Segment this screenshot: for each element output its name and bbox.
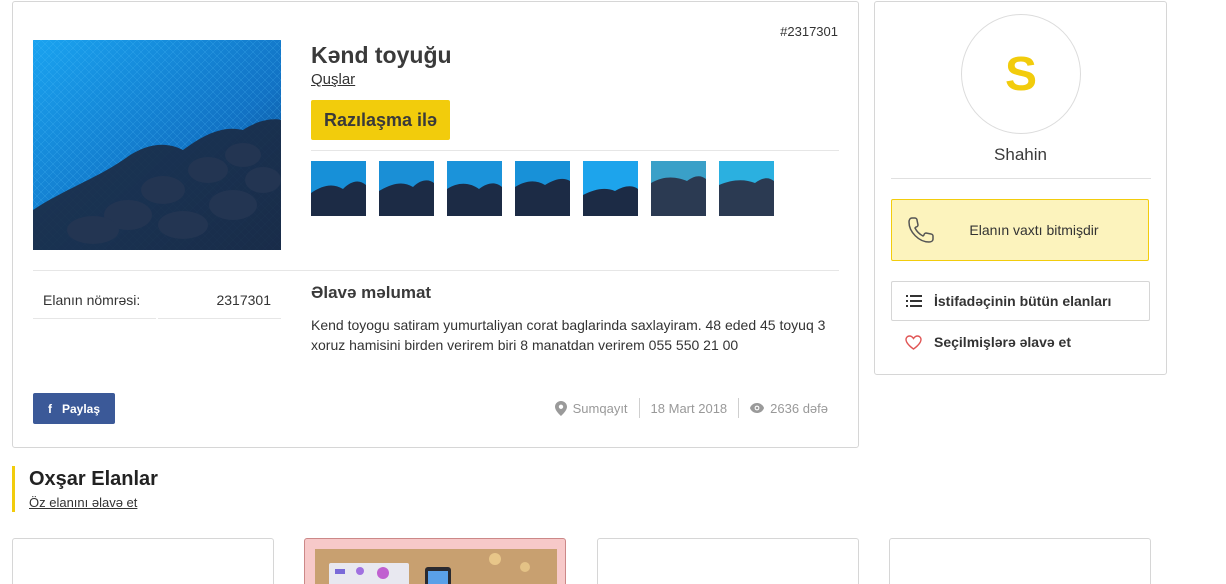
ad-expired-notice[interactable]: Elanın vaxtı bitmişdir [891,199,1149,261]
view-count: 2636 dəfə [750,401,828,416]
thumbnail[interactable] [447,161,502,216]
divider [33,270,839,271]
add-own-listing-link[interactable]: Öz elanını əlavə et [29,495,158,510]
add-to-favorites-button[interactable]: Seçilmişlərə əlavə et [891,334,1071,350]
all-ads-label: İstifadəçinin bütün elanları [934,293,1112,309]
thumbnail[interactable] [583,161,638,216]
info-value: 2317301 [216,292,271,308]
listing-image [315,549,557,584]
seller-card: S Shahin Elanın vaxtı bitmişdir İstifadə… [874,1,1167,375]
facebook-icon: f [47,401,52,416]
info-row-number: Elanın nömrəsi: 2317301 [33,287,281,323]
location: Sumqayıt [554,400,628,416]
extra-info-title: Əlavə məlumat [311,283,432,302]
divider [311,150,839,151]
main-photo[interactable] [33,40,281,250]
thumbnail[interactable] [311,161,366,216]
similar-heading: Oxşar Elanlar [29,468,158,490]
info-label: Elanın nömrəsi: [43,292,141,308]
thumbnail-strip [311,161,774,216]
listing-meta: Sumqayıt 18 Mart 2018 2636 dəfə [554,398,828,418]
favorites-label: Seçilmişlərə əlavə et [934,334,1071,350]
city: Sumqayıt [572,400,628,416]
thumbnail[interactable] [719,161,774,216]
expired-label: Elanın vaxtı bitmişdir [969,222,1099,238]
thumbnail[interactable] [515,161,570,216]
similar-listing-card[interactable] [889,538,1151,584]
list-icon [906,295,922,307]
divider [891,178,1151,179]
phone-icon [908,217,934,243]
listing-card: #2317301 Kənd toyuğu Quşlar Razılaşma il… [12,1,859,448]
avatar: S [961,14,1081,134]
all-user-ads-button[interactable]: İstifadəçinin bütün elanları [891,281,1150,321]
heart-icon [905,334,922,350]
similar-listings-header: Oxşar Elanlar Öz elanını əlavə et [12,466,158,512]
location-pin-icon [554,400,567,416]
facebook-share-button[interactable]: f Paylaş [33,393,115,424]
similar-listing-card[interactable] [304,538,566,584]
price-badge: Razılaşma ilə [311,100,451,140]
info-table: Elanın nömrəsi: 2317301 [33,287,281,323]
extra-info-text: Kend toyogu satiram yumurtaliyan corat b… [311,317,826,353]
category-link[interactable]: Quşlar [311,71,355,88]
ad-id: #2317301 [780,24,838,39]
similar-listing-card[interactable] [597,538,859,584]
post-date: 18 Mart 2018 [650,400,728,416]
listing-title: Kənd toyuğu [311,42,452,68]
thumbnail[interactable] [379,161,434,216]
share-label: Paylaş [61,401,101,416]
seller-name: Shahin [994,145,1047,164]
thumbnail[interactable] [651,161,706,216]
similar-listing-card[interactable] [12,538,274,584]
eye-icon [750,403,765,413]
